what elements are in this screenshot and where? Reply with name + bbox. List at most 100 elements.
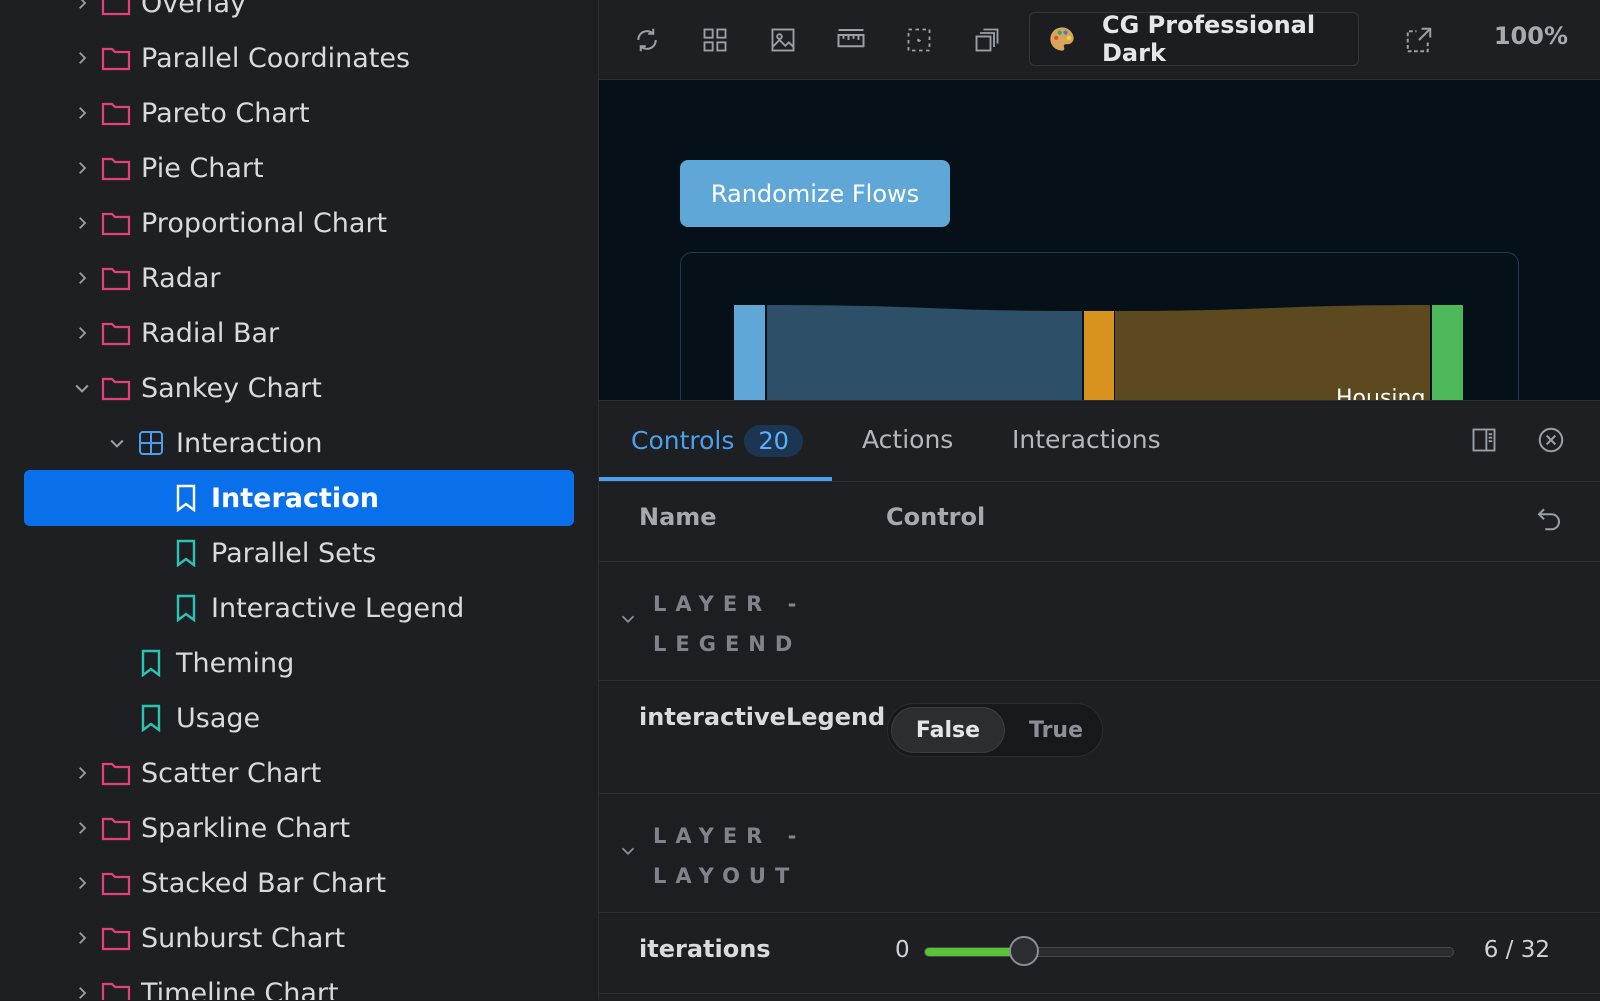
addons-panel: Controls 20 Actions Interactions Name Con…	[599, 400, 1600, 1001]
sidebar-item-interactive-legend[interactable]: Interactive Legend	[24, 580, 574, 636]
sidebar-item-label: Interactive Legend	[211, 592, 465, 624]
tab-controls-label: Controls	[631, 426, 735, 455]
zoom-level[interactable]: 100%	[1494, 22, 1568, 50]
layers-icon[interactable]	[969, 22, 1005, 58]
sidebar-item-label: Scatter Chart	[141, 757, 322, 789]
sidebar-item-usage[interactable]: Usage	[24, 690, 574, 746]
sidebar: Overlay Parallel Coordinates Pareto Chart P…	[0, 0, 599, 1000]
folder-icon	[101, 263, 131, 293]
folder-icon	[101, 868, 131, 898]
slider-value-readout: 6 / 32	[1483, 937, 1550, 963]
reload-icon[interactable]	[629, 22, 665, 58]
sidebar-item-radial-bar[interactable]: Radial Bar	[24, 305, 574, 361]
chevron-right-icon[interactable]	[70, 266, 94, 290]
sidebar-item-proportional-chart[interactable]: Proportional Chart	[24, 195, 574, 251]
panel-orientation-icon[interactable]	[1467, 423, 1501, 457]
theme-selector[interactable]: CG Professional Dark	[1029, 11, 1359, 67]
chevron-down-icon[interactable]	[105, 431, 129, 455]
sidebar-item-pie-chart[interactable]: Pie Chart	[24, 140, 574, 196]
chevron-right-icon[interactable]	[70, 761, 94, 785]
chevron-right-icon[interactable]	[70, 46, 94, 70]
theme-label: CG Professional Dark	[1102, 11, 1316, 67]
randomize-flows-button[interactable]: Randomize Flows	[680, 160, 950, 227]
interactive-legend-toggle[interactable]: False True	[887, 703, 1103, 757]
sidebar-item-label: Radial Bar	[141, 317, 280, 349]
main-area: CG Professional Dark 100% Randomize Flow…	[599, 0, 1600, 1001]
sankey-node-orange[interactable]	[1084, 311, 1114, 400]
sankey-node-green[interactable]	[1432, 305, 1463, 400]
chevron-right-icon[interactable]	[70, 156, 94, 180]
sankey-chart-frame: Housing	[680, 252, 1519, 400]
sidebar-item-theming[interactable]: Theming	[24, 635, 574, 691]
chevron-right-icon[interactable]	[70, 321, 94, 345]
chevron-right-icon[interactable]	[70, 101, 94, 125]
tab-interactions[interactable]: Interactions	[1012, 425, 1161, 454]
toggle-true-option[interactable]: True	[1008, 707, 1104, 753]
sidebar-item-label: Timeline Chart	[141, 977, 339, 1001]
sidebar-item-sunburst-chart[interactable]: Sunburst Chart	[24, 910, 574, 966]
sidebar-item-pareto-chart[interactable]: Pareto Chart	[24, 85, 574, 141]
chevron-down-icon	[621, 615, 635, 624]
sidebar-item-label: Stacked Bar Chart	[141, 867, 387, 899]
folder-icon	[101, 923, 131, 953]
sidebar-item-parallel-sets[interactable]: Parallel Sets	[24, 525, 574, 581]
chevron-right-icon[interactable]	[70, 871, 94, 895]
chevron-right-icon[interactable]	[70, 0, 94, 15]
iterations-slider[interactable]	[924, 936, 1454, 966]
sidebar-item-radar[interactable]: Radar	[24, 250, 574, 306]
control-name: interactiveLegend	[639, 703, 886, 731]
grid-icon[interactable]	[697, 22, 733, 58]
sidebar-item-label: Radar	[141, 262, 221, 294]
folder-icon	[101, 153, 131, 183]
section-layer-layout[interactable]: LAYER - LAYOUT	[599, 794, 1600, 913]
slider-min-label: 0	[895, 937, 910, 963]
chevron-right-icon[interactable]	[70, 926, 94, 950]
image-icon[interactable]	[765, 22, 801, 58]
toolbar: CG Professional Dark 100%	[599, 0, 1600, 80]
sidebar-item-label: Sparkline Chart	[141, 812, 351, 844]
controls-table-header: Name Control	[599, 481, 1600, 562]
sidebar-item-scatter-chart[interactable]: Scatter Chart	[24, 745, 574, 801]
section-layer-legend[interactable]: LAYER - LEGEND	[599, 562, 1600, 681]
chevron-right-icon[interactable]	[70, 981, 94, 1000]
close-panel-icon[interactable]	[1534, 423, 1568, 457]
chevron-right-icon[interactable]	[70, 816, 94, 840]
sidebar-item-stacked-bar-chart[interactable]: Stacked Bar Chart	[24, 855, 574, 911]
folder-icon	[101, 978, 131, 1000]
sidebar-item-timeline-chart[interactable]: Timeline Chart	[24, 965, 574, 1000]
open-new-tab-icon[interactable]	[1401, 22, 1437, 58]
palette-icon	[1048, 25, 1076, 57]
control-row-interactive-legend: interactiveLegend False True	[599, 681, 1600, 794]
chevron-down-icon[interactable]	[70, 376, 94, 400]
sidebar-item-parallel-coordinates[interactable]: Parallel Coordinates	[24, 30, 574, 86]
sidebar-item-interaction[interactable]: Interaction	[24, 470, 574, 526]
sidebar-item-overlay[interactable]: Overlay	[24, 0, 574, 31]
control-name: iterations	[639, 935, 771, 963]
sankey-node-blue[interactable]	[734, 305, 765, 400]
tab-controls[interactable]: Controls 20	[631, 425, 803, 457]
story-preview: Randomize Flows Housing	[599, 80, 1600, 400]
sidebar-item-label: Pareto Chart	[141, 97, 310, 129]
reset-controls-icon[interactable]	[1534, 503, 1568, 537]
sankey-chart: Housing	[734, 305, 1463, 400]
sidebar-item-interaction[interactable]: Interaction	[24, 415, 574, 471]
toggle-false-option[interactable]: False	[891, 707, 1005, 753]
sankey-link-1[interactable]	[767, 305, 1082, 400]
control-row-iterations: iterations 0 6 / 32	[599, 913, 1600, 994]
ruler-icon[interactable]	[833, 22, 869, 58]
sidebar-item-label: Interaction	[176, 427, 323, 459]
column-control: Control	[886, 503, 986, 531]
sidebar-item-sparkline-chart[interactable]: Sparkline Chart	[24, 800, 574, 856]
component-icon	[136, 428, 166, 458]
sidebar-item-sankey-chart[interactable]: Sankey Chart	[24, 360, 574, 416]
outline-icon[interactable]	[901, 22, 937, 58]
bookmark-icon	[136, 703, 166, 733]
sidebar-item-label: Theming	[176, 647, 295, 679]
folder-icon	[101, 813, 131, 843]
tab-actions[interactable]: Actions	[862, 425, 953, 454]
sidebar-item-label: Pie Chart	[141, 152, 264, 184]
sankey-node-label: Housing	[1336, 386, 1425, 400]
bookmark-icon	[171, 483, 201, 513]
chevron-right-icon[interactable]	[70, 211, 94, 235]
slider-thumb[interactable]	[1009, 936, 1040, 966]
